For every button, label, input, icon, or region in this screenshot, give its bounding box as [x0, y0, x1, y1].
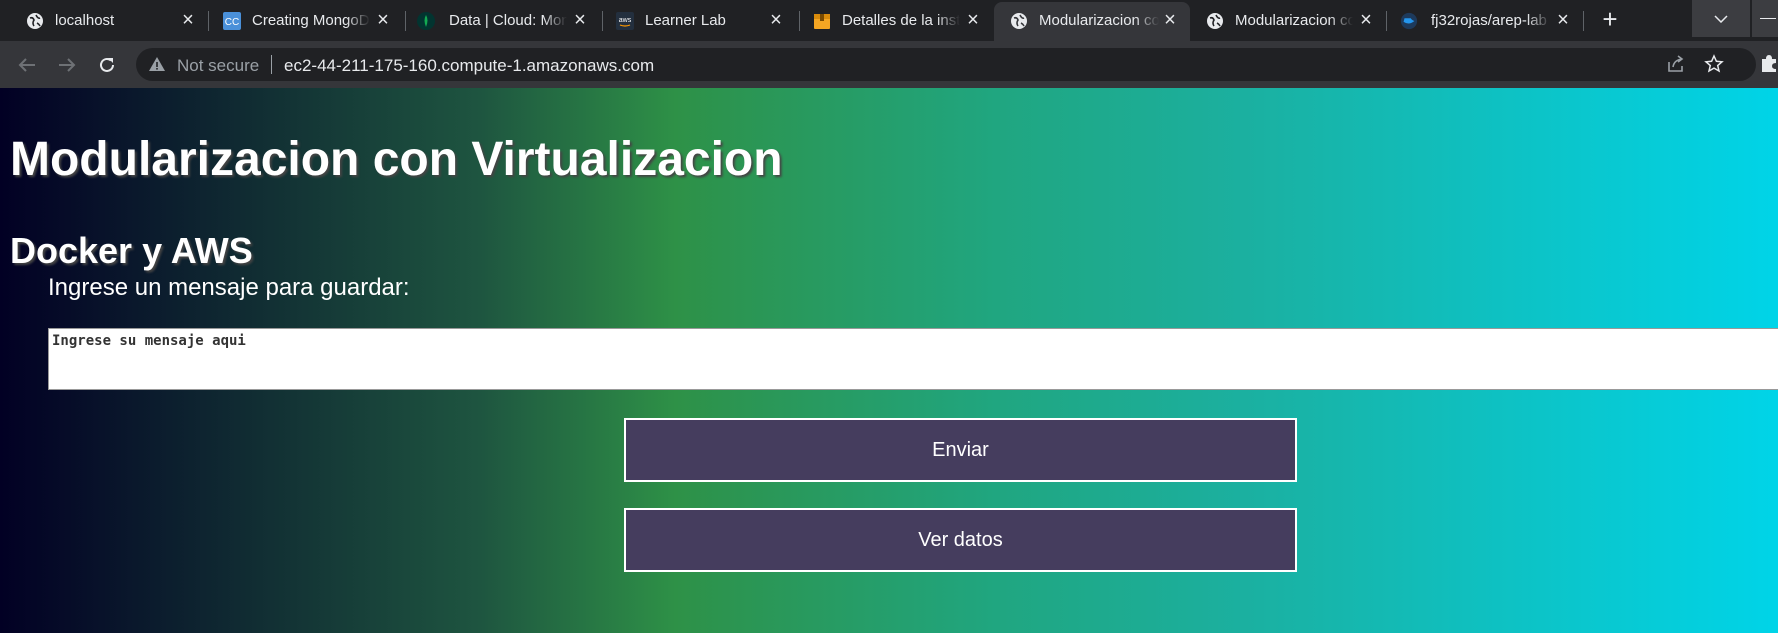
send-button[interactable]: Enviar [624, 418, 1297, 482]
security-label[interactable]: Not secure [177, 56, 259, 76]
svg-text:aws: aws [619, 17, 632, 24]
tab-close-icon[interactable]: × [179, 9, 197, 31]
tab-title: Detalles de la instancia [842, 12, 960, 29]
share-icon[interactable] [1666, 55, 1686, 78]
tab-localhost[interactable]: localhost × [0, 0, 206, 41]
page-title: Modularizacion con Virtualizacion [10, 133, 783, 186]
tab-title: fj32rojas/arep-lab [1431, 12, 1547, 29]
browser-toolbar: Not secure ec2-44-211-175-160.compute-1.… [0, 41, 1778, 88]
tab-close-icon[interactable]: × [374, 9, 392, 31]
globe-icon [26, 12, 44, 30]
tab-creating-mongodb[interactable]: CC Creating MongoDB × [197, 0, 403, 41]
tab-divider [1583, 11, 1584, 31]
tab-title: Learner Lab [645, 12, 726, 29]
tab-divider [1386, 11, 1387, 31]
bookmark-star-icon[interactable] [1704, 54, 1724, 79]
mongodb-leaf-icon [417, 12, 435, 30]
tab-title: Data | Cloud: MongoDB [449, 12, 567, 29]
tab-title: Modularizacion con Virtualizacion [1235, 12, 1353, 29]
address-divider [271, 55, 272, 74]
codecommit-cc-icon: CC [223, 12, 241, 30]
tab-search-chevron-down-icon[interactable] [1692, 0, 1750, 37]
tab-github-arep-lab[interactable]: fj32rojas/arep-lab × [1388, 0, 1584, 41]
forward-arrow-icon[interactable] [52, 50, 82, 80]
tab-close-icon[interactable]: × [1357, 9, 1375, 31]
back-arrow-icon[interactable] [12, 50, 42, 80]
page-subtitle: Docker y AWS [10, 230, 253, 271]
tab-learner-lab[interactable]: aws Learner Lab × [591, 0, 797, 41]
reload-icon[interactable] [92, 50, 122, 80]
tab-close-icon[interactable]: × [767, 9, 785, 31]
page-content: Modularizacion con Virtualizacion Docker… [0, 88, 1778, 633]
url-text[interactable]: ec2-44-211-175-160.compute-1.amazonaws.c… [284, 56, 654, 76]
warning-triangle-icon[interactable] [148, 56, 166, 77]
globe-icon [1010, 12, 1028, 30]
tab-detalles-instancia[interactable]: Detalles de la instancia × [788, 0, 994, 41]
tab-title: localhost [55, 12, 115, 29]
window-minimize-button[interactable] [1752, 0, 1778, 37]
tab-close-icon[interactable]: × [1554, 9, 1572, 31]
new-tab-plus-icon[interactable]: + [1598, 6, 1622, 32]
browser-tab-strip: localhost × CC Creating MongoDB × Data |… [0, 0, 1778, 43]
address-bar[interactable]: Not secure ec2-44-211-175-160.compute-1.… [136, 48, 1756, 81]
tab-modularizacion[interactable]: Modularizacion con Virtualizacion × [1190, 0, 1396, 41]
aws-icon: aws [616, 12, 634, 30]
tab-mongodb-cloud[interactable]: Data | Cloud: MongoDB × [394, 0, 600, 41]
tab-title: Creating MongoDB [252, 12, 370, 29]
globe-icon [1206, 12, 1224, 30]
docker-icon [1400, 12, 1418, 30]
package-box-icon [813, 12, 831, 30]
message-prompt-label: Ingrese un mensaje para guardar: [48, 274, 410, 301]
view-data-button[interactable]: Ver datos [624, 508, 1297, 572]
tab-close-icon[interactable]: × [1161, 9, 1179, 31]
tab-title: Modularizacion con Virtualizacion [1039, 12, 1159, 29]
message-textarea[interactable] [48, 328, 1778, 390]
svg-text:CC: CC [225, 17, 239, 28]
extensions-puzzle-icon[interactable] [1760, 53, 1778, 78]
tab-close-icon[interactable]: × [964, 9, 982, 31]
tab-modularizacion-active[interactable]: Modularizacion con Virtualizacion × [994, 2, 1190, 43]
tab-close-icon[interactable]: × [571, 9, 589, 31]
